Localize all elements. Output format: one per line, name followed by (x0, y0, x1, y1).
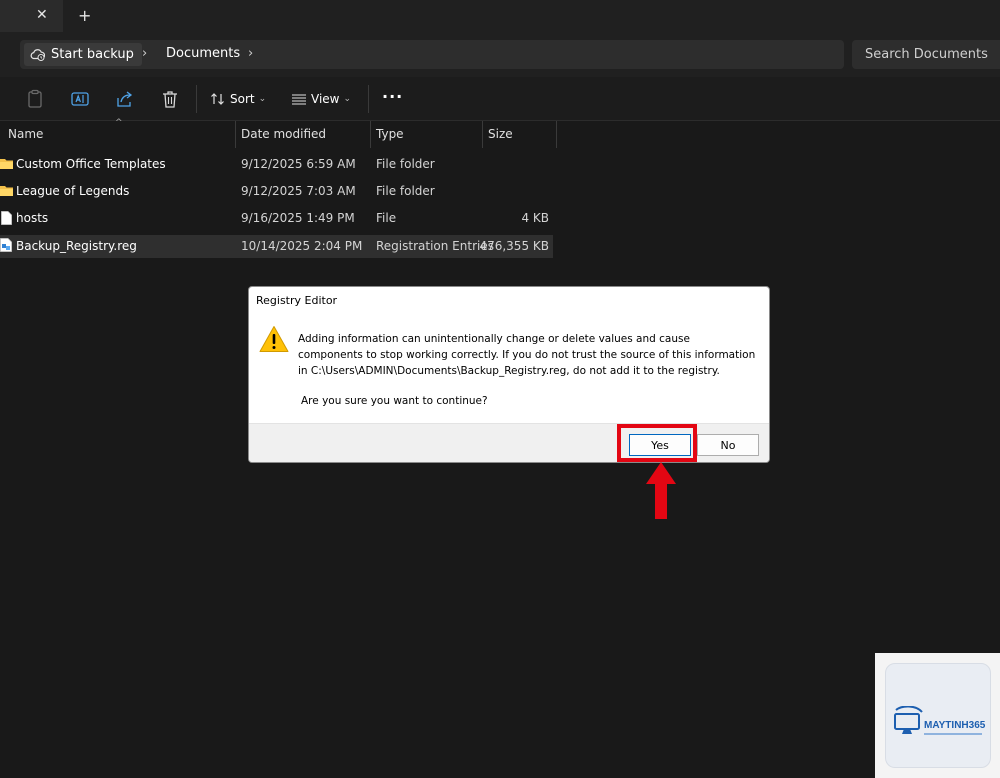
chevron-right-icon[interactable]: › (142, 46, 147, 61)
red-arrow-up-icon (646, 462, 676, 519)
breadcrumb-label: Start backup (51, 47, 134, 62)
file-date: 10/14/2025 2:04 PM (241, 239, 363, 253)
column-label: Size (488, 127, 513, 141)
view-label: View (311, 92, 340, 106)
folder-icon (0, 186, 13, 196)
tagline-bar (924, 733, 982, 735)
more-options-icon[interactable]: ··· (382, 87, 403, 106)
brand-name: MAYTINH365 (924, 720, 986, 731)
tab-bar: ✕ + (0, 0, 1000, 32)
dialog-question: Are you sure you want to continue? (301, 395, 488, 407)
toolbar-divider (368, 85, 369, 113)
folder-icon (0, 159, 13, 169)
file-type: Registration Entries (376, 239, 494, 253)
registry-file-icon (0, 238, 12, 252)
no-button[interactable]: No (697, 434, 759, 456)
delete-icon[interactable] (160, 89, 180, 109)
file-date: 9/12/2025 6:59 AM (241, 157, 356, 171)
file-type: File folder (376, 157, 435, 171)
cloud-backup-icon (30, 49, 45, 61)
column-label: Name (8, 127, 44, 141)
column-header-date[interactable]: Date modified (235, 121, 370, 148)
file-name: Custom Office Templates (16, 157, 166, 171)
warning-icon (259, 326, 289, 352)
file-name: Backup_Registry.reg (16, 239, 137, 253)
file-date: 9/12/2025 7:03 AM (241, 184, 356, 198)
dialog-message: Adding information can unintentionally c… (298, 333, 756, 377)
sort-label: Sort (230, 92, 255, 106)
share-icon[interactable] (115, 89, 135, 109)
sort-icon (211, 93, 224, 105)
active-tab[interactable]: ✕ (0, 0, 63, 32)
address-bar[interactable]: Start backup › Documents › (20, 40, 844, 69)
file-name: League of Legends (16, 184, 130, 198)
file-row[interactable]: Custom Office Templates 9/12/2025 6:59 A… (0, 153, 553, 176)
file-icon (1, 211, 12, 225)
new-tab-icon[interactable]: + (78, 6, 91, 25)
view-list-icon (292, 94, 306, 105)
sort-ascending-icon: ^ (115, 118, 123, 128)
address-row: Start backup › Documents › Search Docume… (0, 32, 1000, 77)
close-tab-icon[interactable]: ✕ (36, 7, 48, 23)
command-bar: Sort ⌄ View ⌄ ··· (0, 77, 1000, 121)
file-name: hosts (16, 211, 49, 225)
column-label: Type (376, 127, 404, 141)
column-header-type[interactable]: Type (370, 121, 482, 148)
column-label: Date modified (241, 127, 327, 141)
column-divider[interactable] (556, 121, 557, 148)
file-size: 4 KB (521, 211, 549, 225)
paste-icon[interactable] (25, 89, 45, 109)
search-input[interactable]: Search Documents (852, 40, 1000, 69)
rename-icon[interactable] (70, 89, 90, 109)
file-type: File (376, 211, 397, 225)
file-row-selected[interactable]: Backup_Registry.reg 10/14/2025 2:04 PM R… (0, 235, 553, 258)
chevron-down-icon: ⌄ (258, 94, 267, 104)
file-row[interactable]: League of Legends 9/12/2025 7:03 AM File… (0, 180, 553, 203)
view-button[interactable]: View ⌄ (291, 91, 351, 107)
computer-monitor-icon (894, 706, 923, 734)
file-size: 476,355 KB (479, 239, 549, 253)
watermark-logo: MAYTINH365 (875, 653, 1000, 778)
sort-button[interactable]: Sort ⌄ (210, 91, 266, 107)
breadcrumb-start-backup[interactable]: Start backup (24, 43, 142, 66)
logo-card: MAYTINH365 (885, 663, 991, 768)
dialog-title: Registry Editor (256, 294, 338, 307)
toolbar-divider (196, 85, 197, 113)
file-row[interactable]: hosts 9/16/2025 1:49 PM File 4 KB (0, 207, 553, 230)
file-type: File folder (376, 184, 435, 198)
yes-button-highlight-box (617, 424, 697, 462)
breadcrumb-documents[interactable]: Documents (166, 46, 240, 61)
column-header-name[interactable]: Name ^ (2, 118, 235, 148)
file-date: 9/16/2025 1:49 PM (241, 211, 355, 225)
column-header-size[interactable]: Size (482, 121, 556, 148)
dialog-body: Adding information can unintentionally c… (249, 313, 769, 423)
chevron-right-icon[interactable]: › (248, 46, 253, 61)
chevron-down-icon: ⌄ (343, 94, 352, 104)
